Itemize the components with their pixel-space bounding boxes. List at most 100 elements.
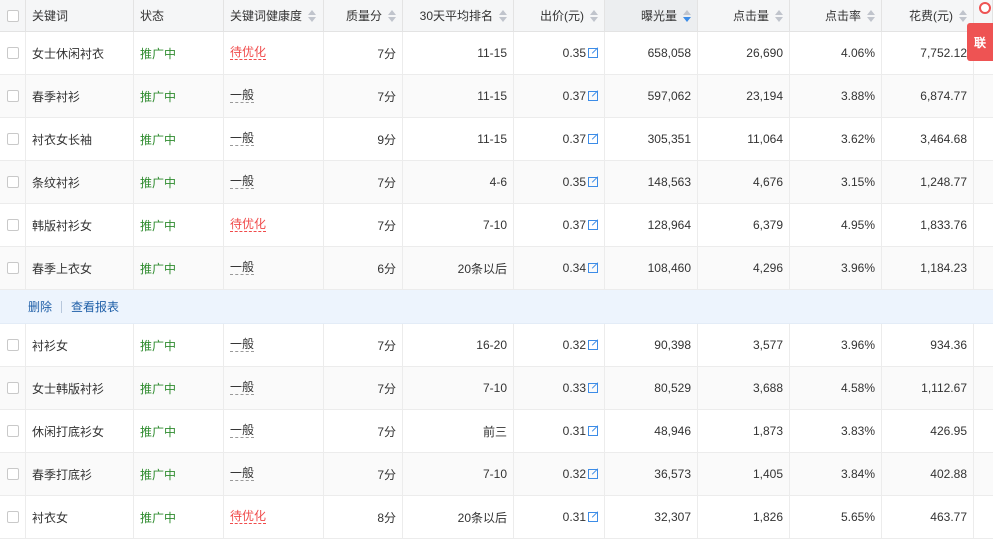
status-cell: 推广中: [134, 324, 224, 366]
bid-text: 0.35: [562, 175, 586, 189]
quality-cell: 9分: [324, 118, 403, 160]
edit-icon[interactable]: [588, 134, 598, 144]
select-all-checkbox-cell[interactable]: [0, 0, 26, 31]
bid-text: 0.32: [562, 467, 586, 481]
row-checkbox-cell[interactable]: [0, 453, 26, 495]
quality-cell: 7分: [324, 324, 403, 366]
edit-icon[interactable]: [588, 263, 598, 273]
row-checkbox[interactable]: [6, 133, 19, 145]
health-link[interactable]: 一般: [230, 338, 255, 352]
edit-icon[interactable]: [588, 512, 598, 522]
health-cell: 一般: [224, 75, 324, 117]
delete-link[interactable]: 删除: [28, 298, 52, 315]
sort-icon[interactable]: [499, 9, 507, 22]
row-checkbox-cell[interactable]: [0, 410, 26, 452]
header-ctr[interactable]: 点击率: [790, 0, 882, 31]
impressions-text: 128,964: [647, 218, 691, 232]
health-link[interactable]: 一般: [230, 132, 255, 146]
header-bid[interactable]: 出价(元): [514, 0, 605, 31]
row-checkbox-cell[interactable]: [0, 204, 26, 246]
health-link[interactable]: 一般: [230, 175, 255, 189]
sort-icon[interactable]: [959, 9, 967, 22]
clicks-cell: 3,577: [698, 324, 790, 366]
header-keyword-label: 关键词: [32, 9, 69, 23]
quality-cell: 7分: [324, 204, 403, 246]
rank-cell: 11-15: [403, 118, 514, 160]
ctr-text: 3.96%: [840, 338, 875, 352]
sort-icon[interactable]: [867, 9, 875, 22]
contact-float-button[interactable]: 联: [967, 23, 993, 61]
extra-cell: [974, 204, 993, 246]
health-link[interactable]: 一般: [230, 467, 255, 481]
sort-icon[interactable]: [590, 9, 598, 22]
cost-text: 402.88: [930, 467, 967, 481]
health-link[interactable]: 一般: [230, 89, 255, 103]
status-cell: 推广中: [134, 32, 224, 74]
row-checkbox[interactable]: [6, 219, 19, 231]
sort-icon[interactable]: [388, 9, 396, 22]
table-body-top: 女士休闲衬衣 推广中 待优化 7分 11-15 0.35 658,058 26,690 4.06…: [0, 32, 993, 290]
header-health[interactable]: 关键词健康度: [224, 0, 324, 31]
row-checkbox[interactable]: [6, 382, 19, 394]
view-report-link[interactable]: 查看报表: [71, 298, 119, 315]
impressions-text: 36,573: [654, 467, 691, 481]
row-checkbox-cell[interactable]: [0, 118, 26, 160]
header-clicks-label: 点击量: [732, 9, 769, 23]
cost-cell: 463.77: [882, 496, 974, 538]
health-link[interactable]: 待优化: [230, 510, 267, 524]
bid-cell: 0.37: [514, 75, 605, 117]
header-quality[interactable]: 质量分: [324, 0, 403, 31]
header-rank[interactable]: 30天平均排名: [403, 0, 514, 31]
row-checkbox[interactable]: [6, 511, 19, 523]
health-link[interactable]: 待优化: [230, 218, 267, 232]
table-row: 女士休闲衬衣 推广中 待优化 7分 11-15 0.35 658,058 26,690 4.06…: [0, 32, 993, 75]
row-checkbox-cell[interactable]: [0, 75, 26, 117]
row-checkbox-cell[interactable]: [0, 161, 26, 203]
clicks-text: 3,688: [752, 381, 783, 395]
sort-desc-icon[interactable]: [683, 9, 691, 22]
keyword-text: 女士韩版衬衫: [32, 381, 105, 396]
row-checkbox[interactable]: [6, 262, 19, 274]
status-text: 推广中: [140, 261, 177, 276]
health-link[interactable]: 一般: [230, 424, 255, 438]
select-all-checkbox[interactable]: [6, 9, 19, 22]
edit-icon[interactable]: [588, 48, 598, 58]
impressions-text: 108,460: [647, 261, 691, 275]
rank-text: 7-10: [482, 467, 507, 481]
header-clicks[interactable]: 点击量: [698, 0, 790, 31]
help-circle-icon[interactable]: [979, 2, 991, 14]
sort-icon[interactable]: [308, 9, 317, 22]
edit-icon[interactable]: [588, 177, 598, 187]
row-checkbox-cell[interactable]: [0, 32, 26, 74]
row-checkbox[interactable]: [6, 425, 19, 437]
health-link[interactable]: 待优化: [230, 46, 267, 60]
row-checkbox[interactable]: [6, 176, 19, 188]
row-checkbox-cell[interactable]: [0, 247, 26, 289]
keyword-text: 韩版衬衫女: [32, 218, 93, 233]
sort-icon[interactable]: [775, 9, 783, 22]
header-impressions[interactable]: 曝光量: [605, 0, 698, 31]
keyword-text: 春季打底衫: [32, 467, 93, 482]
edit-icon[interactable]: [588, 383, 598, 393]
row-checkbox[interactable]: [6, 468, 19, 480]
health-link[interactable]: 一般: [230, 261, 255, 275]
edit-icon[interactable]: [588, 220, 598, 230]
bid-cell: 0.33: [514, 367, 605, 409]
clicks-text: 1,826: [752, 510, 783, 524]
header-cost[interactable]: 花费(元): [882, 0, 974, 31]
status-text: 推广中: [140, 381, 177, 396]
quality-cell: 7分: [324, 161, 403, 203]
edit-icon[interactable]: [588, 426, 598, 436]
edit-icon[interactable]: [588, 469, 598, 479]
row-checkbox[interactable]: [6, 47, 19, 59]
row-checkbox-cell[interactable]: [0, 367, 26, 409]
edit-icon[interactable]: [588, 91, 598, 101]
header-keyword: 关键词: [26, 0, 134, 31]
row-checkbox[interactable]: [6, 90, 19, 102]
impressions-text: 148,563: [647, 175, 691, 189]
row-checkbox-cell[interactable]: [0, 324, 26, 366]
row-checkbox[interactable]: [6, 339, 19, 351]
health-link[interactable]: 一般: [230, 381, 255, 395]
row-checkbox-cell[interactable]: [0, 496, 26, 538]
edit-icon[interactable]: [588, 340, 598, 350]
